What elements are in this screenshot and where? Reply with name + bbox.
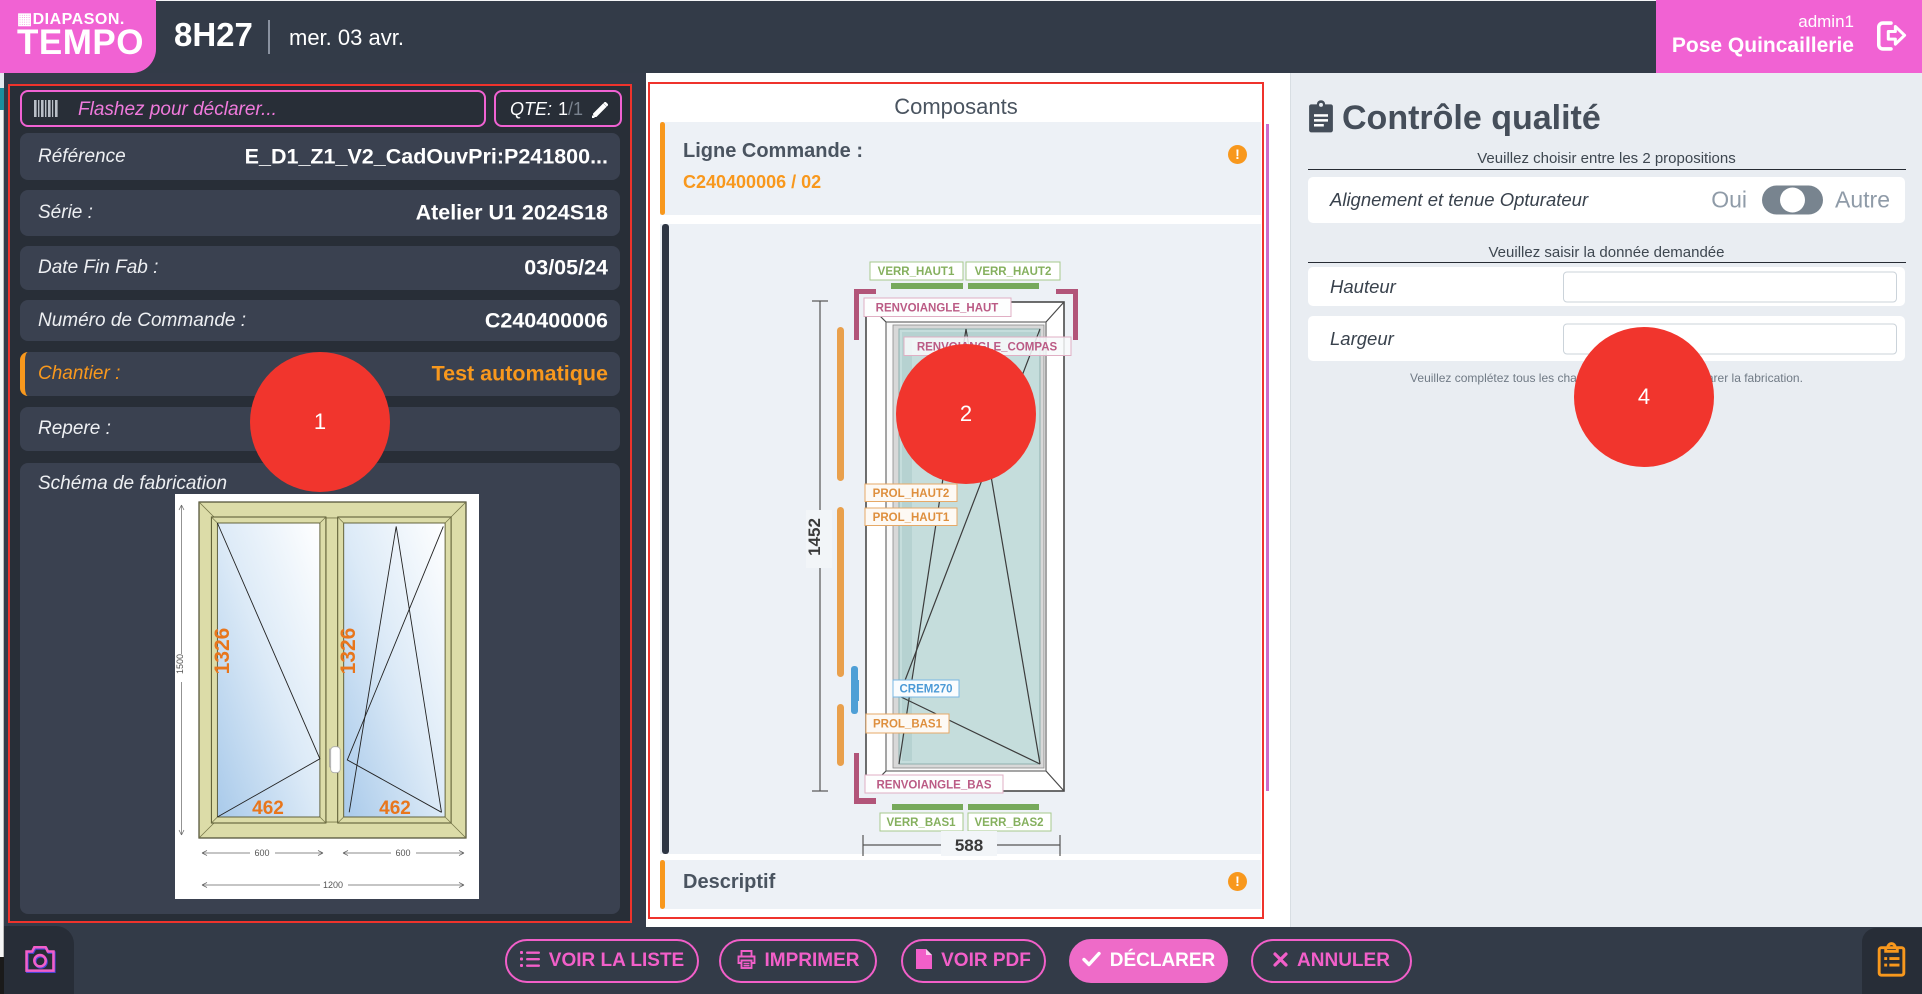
svg-text:VERR_HAUT1: VERR_HAUT1	[878, 266, 955, 278]
svg-text:RENVOIANGLE_HAUT: RENVOIANGLE_HAUT	[876, 303, 999, 315]
svg-text:RENVOIANGLE_BAS: RENVOIANGLE_BAS	[876, 780, 991, 792]
svg-text:VERR_BAS2: VERR_BAS2	[974, 817, 1043, 829]
svg-text:462: 462	[379, 798, 411, 819]
svg-text:VERR_BAS1: VERR_BAS1	[886, 817, 956, 829]
svg-text:588: 588	[955, 836, 983, 855]
svg-text:1452: 1452	[805, 518, 824, 556]
svg-text:600: 600	[395, 848, 410, 858]
svg-text:CREM270: CREM270	[899, 684, 952, 696]
svg-text:1500: 1500	[175, 654, 185, 674]
svg-text:1326: 1326	[211, 628, 234, 675]
svg-text:1326: 1326	[337, 628, 360, 675]
svg-text:PROL_HAUT1: PROL_HAUT1	[873, 512, 950, 524]
svg-text:PROL_BAS1: PROL_BAS1	[873, 719, 943, 731]
svg-text:462: 462	[252, 798, 284, 819]
svg-text:PROL_HAUT2: PROL_HAUT2	[873, 488, 950, 500]
svg-text:1200: 1200	[323, 880, 343, 890]
svg-text:VERR_HAUT2: VERR_HAUT2	[975, 266, 1052, 278]
svg-text:600: 600	[254, 848, 269, 858]
